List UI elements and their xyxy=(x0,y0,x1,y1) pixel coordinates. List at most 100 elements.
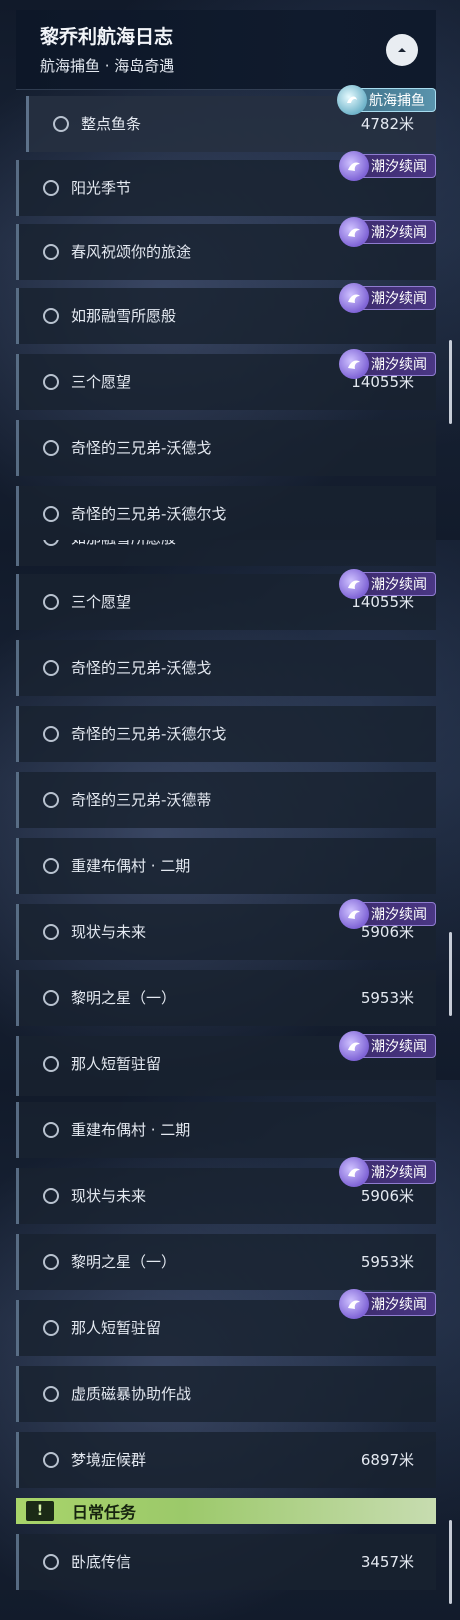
quest-log-header: 黎乔利航海日志 航海捕鱼 · 海岛奇遇 xyxy=(16,10,436,90)
quest-label: 奇怪的三兄弟-沃德戈 xyxy=(71,439,212,457)
quest-status-circle-icon xyxy=(43,990,59,1006)
quest-status-circle-icon xyxy=(43,726,59,742)
tag-label: 潮汐续闻 xyxy=(371,907,427,923)
tide-wave-icon xyxy=(339,569,369,599)
quest-label: 如那融雪所愿般 xyxy=(71,540,176,548)
tag-label: 潮汐续闻 xyxy=(371,291,427,307)
quest-label: 奇怪的三兄弟-沃德尔戈 xyxy=(71,725,227,743)
quest-status-circle-icon xyxy=(43,506,59,522)
quest-label: 奇怪的三兄弟-沃德蒂 xyxy=(71,791,212,809)
tide-wave-icon xyxy=(339,283,369,313)
quest-item-dawn-star[interactable]: 黎明之星（一） 5953米 xyxy=(16,970,436,1026)
scrollbar-thumb[interactable] xyxy=(449,932,452,1016)
quest-status-circle-icon xyxy=(43,924,59,940)
quest-status-circle-icon xyxy=(43,440,59,456)
quest-status-circle-icon xyxy=(43,660,59,676)
daily-tasks-section-header[interactable]: ! 日常任务 xyxy=(16,1498,436,1524)
quest-label: 黎明之星（一） xyxy=(71,989,177,1007)
tag-label: 航海捕鱼 xyxy=(369,93,425,109)
tide-tag: 潮汐续闻 xyxy=(339,1157,436,1187)
tide-wave-icon xyxy=(339,217,369,247)
scrollbar-thumb[interactable] xyxy=(449,340,452,424)
tide-tag: 潮汐续闻 xyxy=(339,217,436,247)
quest-item-rebuild[interactable]: 重建布偶村 · 二期 xyxy=(16,838,436,894)
tide-wave-icon xyxy=(339,1157,369,1187)
quest-status-circle-icon xyxy=(53,116,69,132)
fishing-tag: 航海捕鱼 xyxy=(337,85,436,115)
quest-label: 奇怪的三兄弟-沃德尔戈 xyxy=(71,505,227,523)
quest-label: 春风祝颂你的旅途 xyxy=(71,243,192,261)
quest-label: 虚质磁暴协助作战 xyxy=(71,1385,192,1403)
quest-item-dawn-star[interactable]: 黎明之星（一） 5953米 xyxy=(16,1234,436,1290)
tide-tag: 潮汐续闻 xyxy=(339,1289,436,1319)
quest-label: 奇怪的三兄弟-沃德戈 xyxy=(71,659,212,677)
quest-distance: 5906米 xyxy=(360,1187,414,1205)
tide-wave-icon xyxy=(339,899,369,929)
fishing-swirl-icon xyxy=(337,85,367,115)
quest-status-circle-icon xyxy=(43,1320,59,1336)
tide-tag: 潮汐续闻 xyxy=(339,1031,436,1061)
tag-label: 潮汐续闻 xyxy=(371,1165,427,1181)
tide-wave-icon xyxy=(339,1031,369,1061)
chevron-up-icon xyxy=(398,48,406,52)
tag-label: 潮汐续闻 xyxy=(371,357,427,373)
quest-status-circle-icon xyxy=(43,374,59,390)
quest-label: 黎明之星（一） xyxy=(71,1253,177,1271)
quest-item-snow[interactable]: 如那融雪所愿般 xyxy=(16,540,436,566)
quest-label: 重建布偶村 · 二期 xyxy=(71,1121,191,1139)
tide-wave-icon xyxy=(339,1289,369,1319)
quest-item-brother-2[interactable]: 奇怪的三兄弟-沃德尔戈 xyxy=(16,706,436,762)
quest-status-circle-icon xyxy=(43,1122,59,1138)
quest-item-storm[interactable]: 虚质磁暴协助作战 xyxy=(16,1366,436,1422)
quest-item-brother-1[interactable]: 奇怪的三兄弟-沃德戈 xyxy=(16,420,436,476)
quest-label: 那人短暂驻留 xyxy=(71,1055,162,1073)
quest-status-circle-icon xyxy=(43,540,59,546)
tag-label: 潮汐续闻 xyxy=(371,1039,427,1055)
quest-label: 整点鱼条 xyxy=(81,115,142,133)
scrollbar-thumb[interactable] xyxy=(449,1520,452,1604)
daily-tasks-title: 日常任务 xyxy=(72,1503,137,1522)
quest-label: 梦境症候群 xyxy=(71,1451,147,1469)
quest-item-dawn-star[interactable]: 黎明之星（一） xyxy=(16,1080,436,1096)
quest-distance: 5953米 xyxy=(360,989,414,1007)
quest-label: 三个愿望 xyxy=(71,373,132,391)
quest-label: 卧底传信 xyxy=(71,1553,132,1571)
quest-item-brother-1[interactable]: 奇怪的三兄弟-沃德戈 xyxy=(16,640,436,696)
tide-tag: 潮汐续闻 xyxy=(339,569,436,599)
quest-item-dream[interactable]: 梦境症候群 6897米 xyxy=(16,1432,436,1488)
quest-log-title: 黎乔利航海日志 xyxy=(40,26,174,48)
quest-status-circle-icon xyxy=(43,594,59,610)
tag-label: 潮汐续闻 xyxy=(371,577,427,593)
quest-status-circle-icon xyxy=(43,244,59,260)
quest-panel-view-3: 黎明之星（一） 重建布偶村 · 二期 现状与未来 5906米 潮汐续闻 黎明之星… xyxy=(0,1080,460,1620)
quest-status-circle-icon xyxy=(43,1554,59,1570)
tag-label: 潮汐续闻 xyxy=(371,1297,427,1313)
quest-panel-view-1: 黎乔利航海日志 航海捕鱼 · 海岛奇遇 整点鱼条 4782米 航海捕鱼 阳光季节… xyxy=(0,0,460,540)
quest-label: 现状与未来 xyxy=(71,923,147,941)
tide-tag: 潮汐续闻 xyxy=(339,349,436,379)
quest-label: 三个愿望 xyxy=(71,593,132,611)
quest-item-brother-2[interactable]: 奇怪的三兄弟-沃德尔戈 xyxy=(16,486,436,540)
quest-label: 如那融雪所愿般 xyxy=(71,307,177,325)
quest-item-brother-3[interactable]: 奇怪的三兄弟-沃德蒂 xyxy=(16,772,436,828)
quest-status-circle-icon xyxy=(43,1188,59,1204)
quest-distance: 5953米 xyxy=(360,1253,414,1271)
exclamation-icon: ! xyxy=(26,1501,54,1521)
quest-status-circle-icon xyxy=(43,1056,59,1072)
tag-label: 潮汐续闻 xyxy=(371,225,427,241)
quest-distance: 6897米 xyxy=(360,1451,414,1469)
quest-panel-view-2: 如那融雪所愿般 三个愿望 14055米 潮汐续闻 奇怪的三兄弟-沃德戈 奇怪的三… xyxy=(0,540,460,1080)
quest-status-circle-icon xyxy=(43,1254,59,1270)
quest-item-undercover[interactable]: 卧底传信 3457米 xyxy=(16,1534,436,1590)
quest-status-circle-icon xyxy=(43,180,59,196)
quest-label: 那人短暂驻留 xyxy=(71,1319,162,1337)
collapse-button[interactable] xyxy=(386,34,418,66)
quest-status-circle-icon xyxy=(43,308,59,324)
quest-item-rebuild[interactable]: 重建布偶村 · 二期 xyxy=(16,1102,436,1158)
tag-label: 潮汐续闻 xyxy=(371,159,427,175)
tide-wave-icon xyxy=(339,151,369,181)
quest-distance: 4782米 xyxy=(360,115,414,133)
quest-status-circle-icon xyxy=(43,792,59,808)
quest-log-subtitle: 航海捕鱼 · 海岛奇遇 xyxy=(40,57,175,75)
quest-status-circle-icon xyxy=(43,858,59,874)
